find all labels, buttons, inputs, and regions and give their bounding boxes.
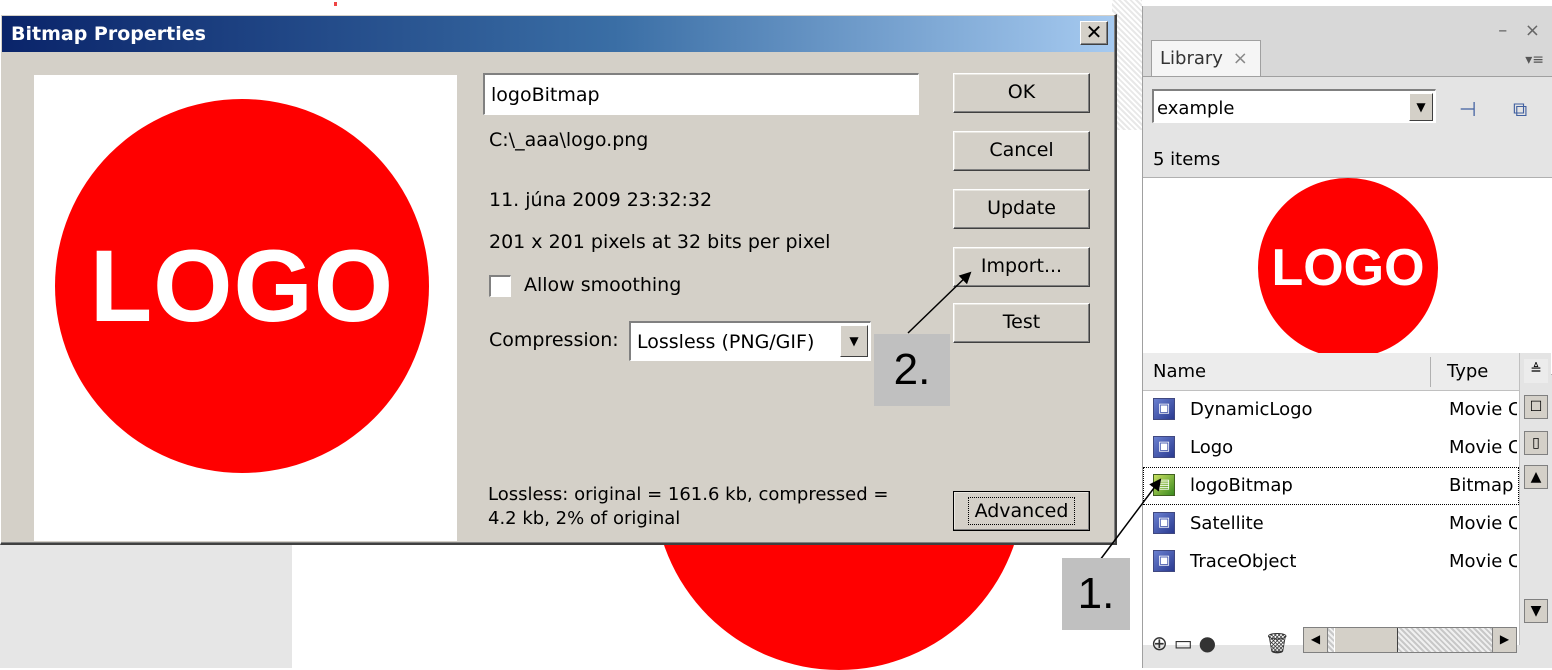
list-header: Name Type — [1143, 353, 1519, 391]
item-type: Bitmap — [1449, 475, 1514, 496]
tab-library[interactable]: Library × — [1151, 40, 1261, 76]
column-header-name[interactable]: Name — [1153, 361, 1206, 382]
dialog-titlebar[interactable]: Bitmap Properties ✕ — [2, 16, 1114, 52]
close-icon: ✕ — [1085, 20, 1103, 44]
chevron-down-icon[interactable]: ▼ — [840, 325, 868, 357]
callout-step-2: 2. — [874, 334, 950, 406]
tab-close-icon[interactable]: × — [1233, 48, 1248, 69]
list-item-selected[interactable]: ▤ logoBitmap Bitmap — [1143, 467, 1519, 505]
compression-info: Lossless: original = 161.6 kb, compresse… — [488, 483, 908, 531]
bitmap-properties-dialog: Bitmap Properties ✕ LOGO C:\_aaa\logo.pn… — [0, 14, 1117, 545]
library-bottom-toolbar: ⊕▭● 🗑 — [1151, 631, 1296, 655]
library-document-select[interactable]: example ▼ — [1152, 89, 1436, 123]
wide-view-icon[interactable]: ☐ — [1524, 395, 1548, 419]
ok-button[interactable]: OK — [953, 73, 1090, 113]
scrollbar-thumb[interactable] — [1334, 628, 1398, 652]
list-vertical-scrollbar[interactable]: ≜ ☐ ▯ ▲ ▼ — [1519, 353, 1551, 645]
test-button[interactable]: Test — [953, 303, 1090, 343]
library-preview: LOGO — [1143, 177, 1552, 375]
list-item[interactable]: ▣ DynamicLogo Movie Clip — [1143, 391, 1519, 429]
list-item[interactable]: ▣ TraceObject Movie Clip — [1143, 543, 1519, 581]
source-path: C:\_aaa\logo.png — [489, 129, 649, 151]
bitmap-preview: LOGO — [34, 75, 457, 541]
close-button[interactable]: ✕ — [1080, 21, 1108, 45]
scroll-left-icon[interactable]: ◀ — [1304, 628, 1328, 652]
movieclip-icon: ▣ — [1153, 550, 1175, 572]
item-type: Movie Clip — [1449, 513, 1517, 534]
tab-library-label: Library — [1160, 48, 1223, 69]
bitmap-dimensions: 201 x 201 pixels at 32 bits per pixel — [489, 231, 831, 253]
trash-icon[interactable]: 🗑 — [1264, 631, 1295, 655]
modified-date: 11. júna 2009 23:32:32 — [489, 189, 713, 211]
scroll-down-icon[interactable]: ▼ — [1524, 599, 1548, 623]
library-preview-logo-text: LOGO — [1271, 239, 1425, 297]
import-button[interactable]: Import... — [953, 247, 1090, 287]
compression-info-line2: 4.2 kb, 2% of original — [488, 508, 681, 529]
new-library-panel-icon[interactable]: ⧉ — [1513, 97, 1527, 121]
stage-gray-area — [0, 540, 292, 668]
library-item-list: Name Type ▣ DynamicLogo Movie Clip ▣ Log… — [1143, 353, 1519, 645]
library-body: example ▼ ⊣ ⧉ 5 items LOGO Name Type ▣ D… — [1143, 76, 1552, 668]
pin-library-icon[interactable]: ⊣ — [1459, 97, 1476, 121]
preview-logo-circle: LOGO — [55, 99, 429, 473]
chevron-down-icon[interactable]: ▼ — [1409, 93, 1433, 121]
compression-label: Compression: — [489, 329, 619, 351]
bitmap-icon: ▤ — [1153, 474, 1175, 496]
compression-info-line1: Lossless: original = 161.6 kb, compresse… — [488, 484, 889, 505]
allow-smoothing-checkbox[interactable] — [489, 275, 511, 297]
properties-icon[interactable]: ● — [1199, 631, 1222, 655]
item-name: DynamicLogo — [1190, 399, 1313, 420]
advanced-button-label: Advanced — [967, 497, 1076, 525]
advanced-button[interactable]: Advanced — [953, 491, 1090, 531]
allow-smoothing-label[interactable]: Allow smoothing — [524, 274, 681, 296]
callout-step-1: 1. — [1062, 558, 1130, 630]
column-header-type[interactable]: Type — [1447, 361, 1488, 382]
panel-window-controls[interactable]: – × — [1498, 20, 1546, 41]
movieclip-icon: ▣ — [1153, 512, 1175, 534]
item-name: logoBitmap — [1190, 475, 1293, 496]
sort-toggle-icon[interactable]: ≜ — [1524, 359, 1548, 383]
stage-mark — [334, 2, 337, 6]
list-horizontal-scrollbar[interactable]: ◀ ▶ — [1303, 627, 1517, 653]
library-preview-logo-circle: LOGO — [1258, 178, 1438, 358]
preview-logo-text: LOGO — [89, 228, 395, 343]
update-button[interactable]: Update — [953, 189, 1090, 229]
item-type: Movie Clip — [1449, 551, 1517, 572]
library-item-count: 5 items — [1153, 149, 1221, 170]
column-separator[interactable] — [1430, 357, 1431, 387]
list-item[interactable]: ▣ Satellite Movie Clip — [1143, 505, 1519, 543]
cancel-button[interactable]: Cancel — [953, 131, 1090, 171]
compression-select[interactable]: Lossless (PNG/GIF) ▼ — [629, 321, 871, 361]
library-document-value: example — [1157, 98, 1235, 119]
item-type: Movie Clip — [1449, 437, 1517, 458]
bitmap-name-input[interactable] — [483, 73, 919, 115]
new-symbol-icon[interactable]: ⊕ — [1151, 631, 1174, 655]
panel-menu-icon[interactable]: ▾≡ — [1525, 52, 1544, 68]
item-name: Logo — [1190, 437, 1234, 458]
movieclip-icon: ▣ — [1153, 398, 1175, 420]
movieclip-icon: ▣ — [1153, 436, 1175, 458]
narrow-view-icon[interactable]: ▯ — [1524, 431, 1548, 455]
item-name: Satellite — [1190, 513, 1264, 534]
dialog-title: Bitmap Properties — [11, 23, 206, 45]
scroll-right-icon[interactable]: ▶ — [1492, 628, 1516, 652]
scroll-up-icon[interactable]: ▲ — [1524, 465, 1548, 489]
library-panel: – × Library × ▾≡ example ▼ ⊣ ⧉ 5 items L… — [1142, 6, 1552, 668]
list-item[interactable]: ▣ Logo Movie Clip — [1143, 429, 1519, 467]
item-type: Movie Clip — [1449, 399, 1517, 420]
new-folder-icon[interactable]: ▭ — [1174, 631, 1199, 655]
item-name: TraceObject — [1190, 551, 1297, 572]
compression-value: Lossless (PNG/GIF) — [637, 331, 815, 353]
